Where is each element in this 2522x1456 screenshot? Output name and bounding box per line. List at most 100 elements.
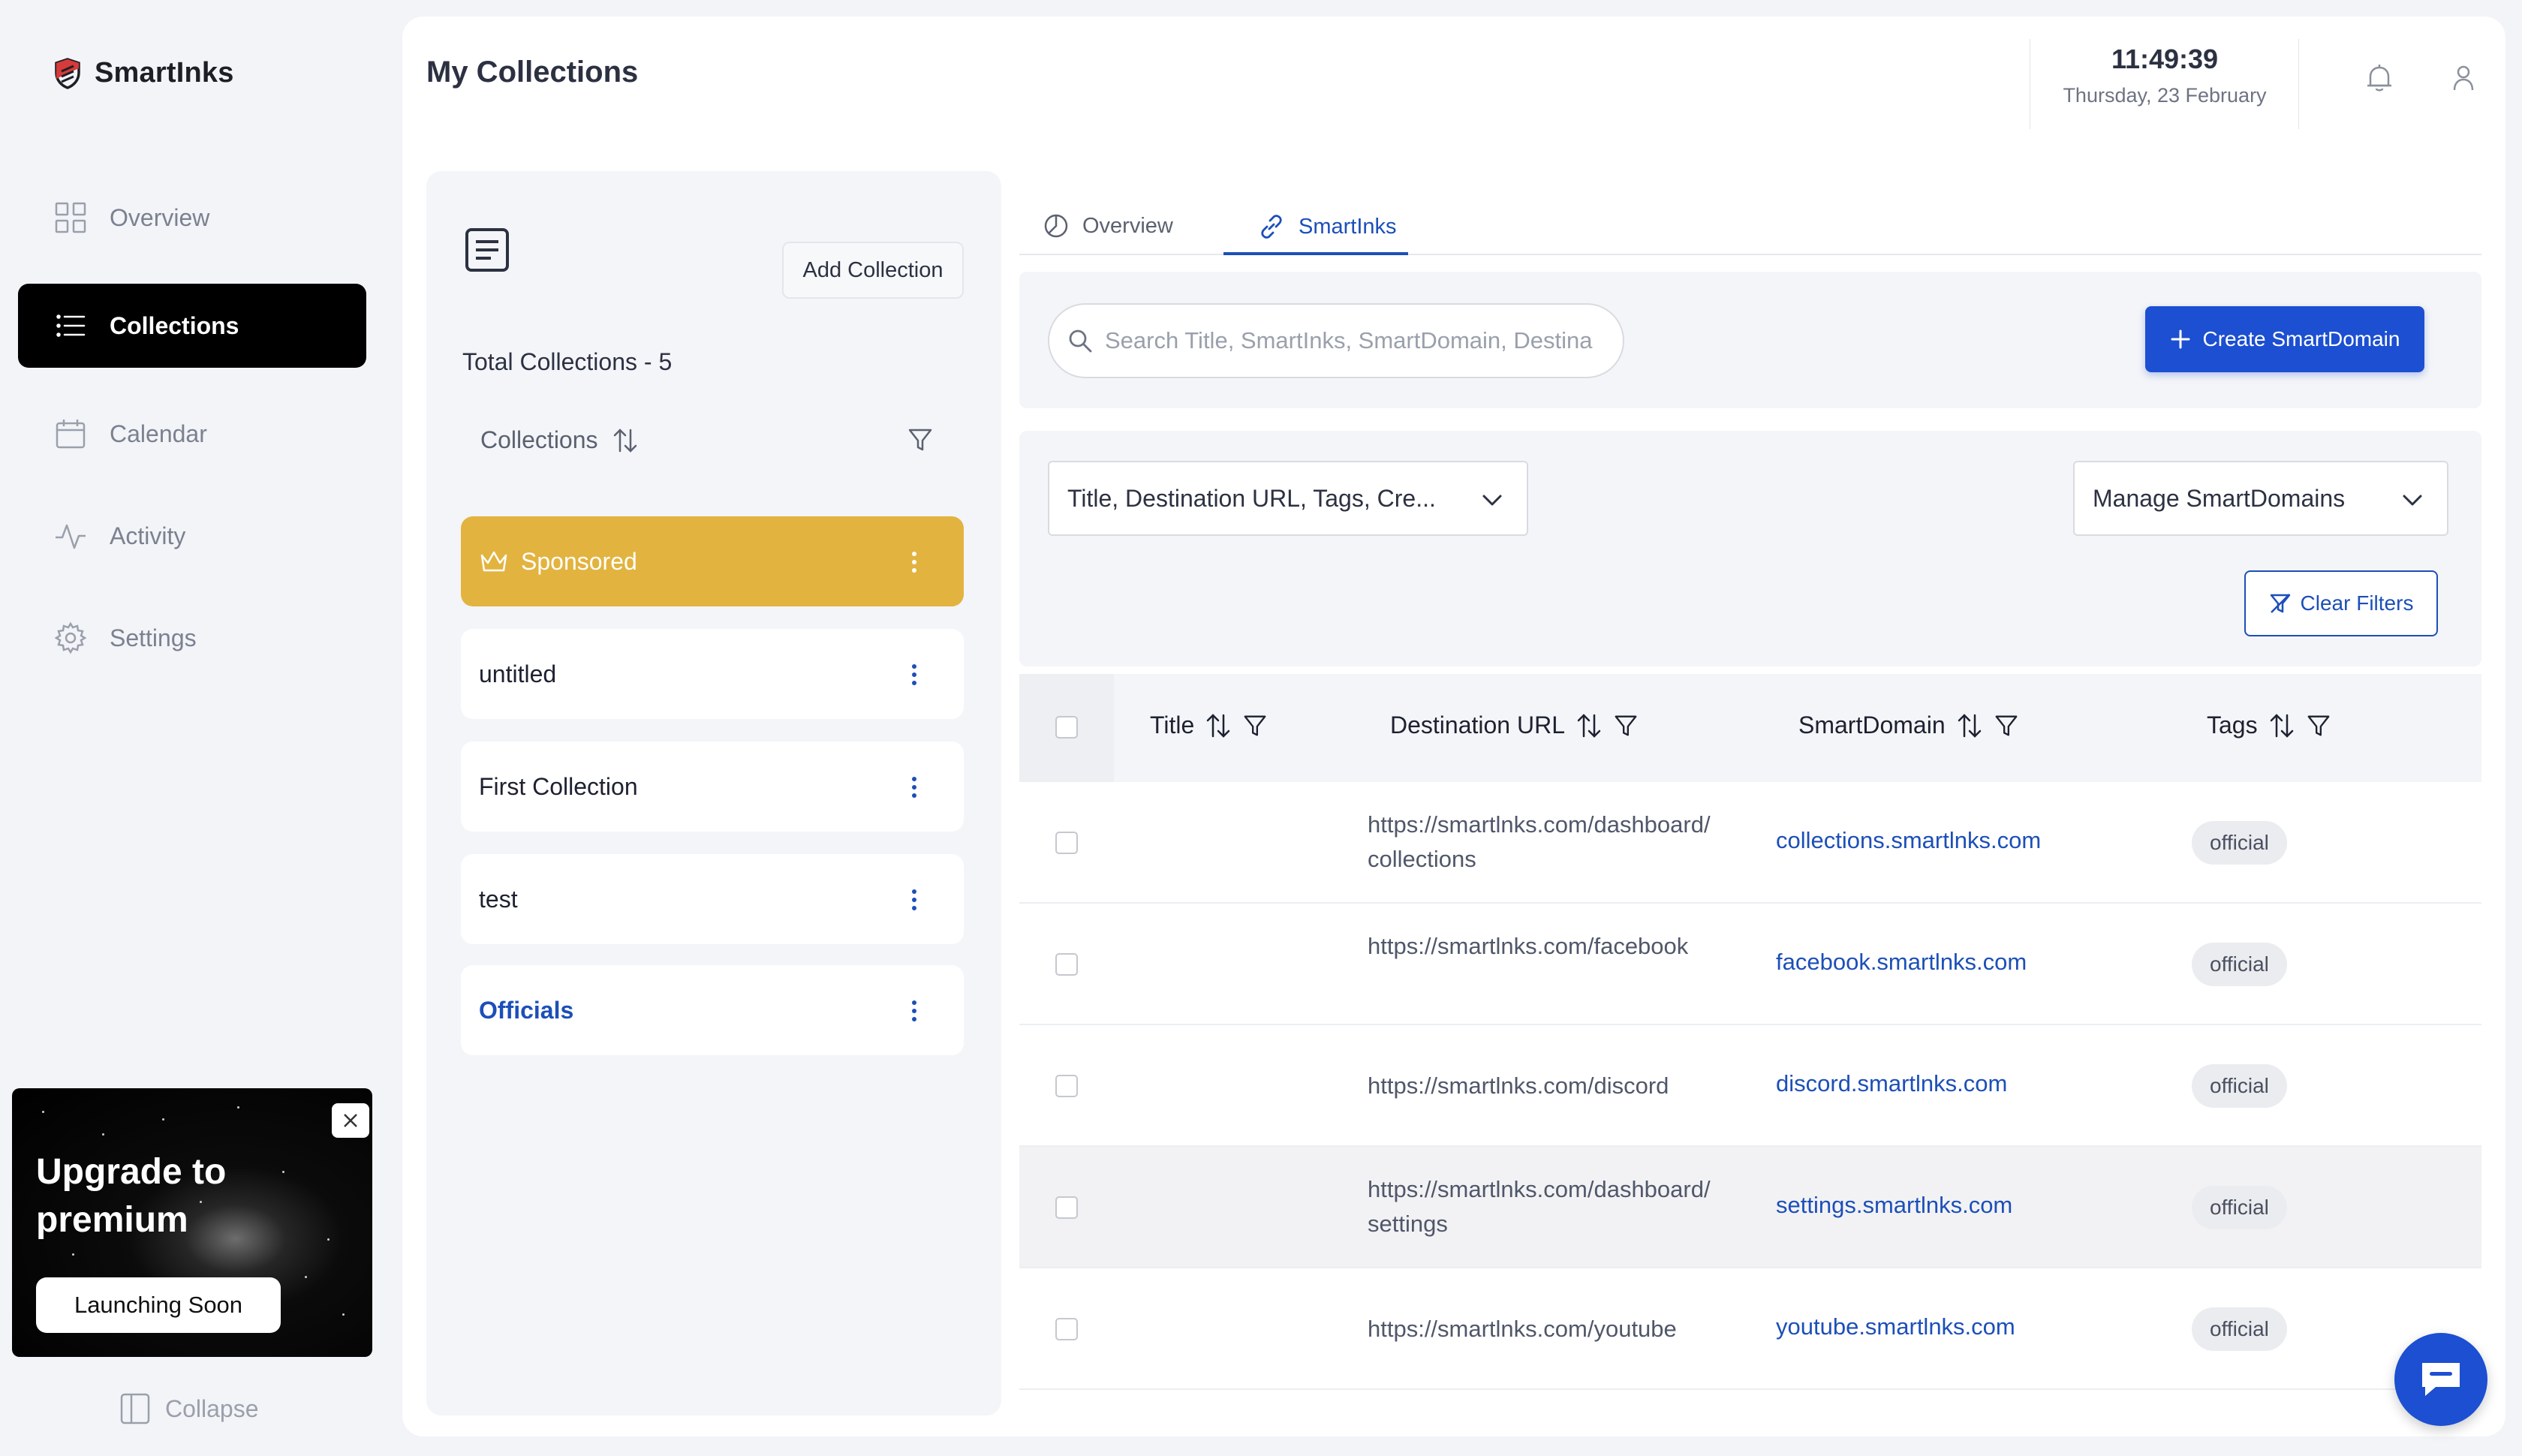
link-icon (1261, 215, 1282, 239)
chat-icon (2422, 1363, 2460, 1396)
table-row[interactable]: https://smartlnks.com/facebook facebook.… (1019, 904, 2481, 1025)
more-options-icon[interactable] (911, 1000, 917, 1022)
clear-filters-button[interactable]: Clear Filters (2244, 570, 2438, 636)
collapse-sidebar-button[interactable]: Collapse (120, 1393, 259, 1424)
sidebar-item-settings[interactable]: Settings (18, 596, 366, 680)
column-smartdomain-label: SmartDomain (1798, 711, 1946, 739)
filter-icon[interactable] (1994, 713, 2019, 739)
manage-smartdomains-select[interactable]: Manage SmartDomains (2073, 461, 2448, 536)
tab-overview[interactable]: Overview (1043, 213, 1173, 239)
add-collection-button[interactable]: Add Collection (782, 242, 964, 299)
chat-support-button[interactable] (2394, 1333, 2487, 1426)
column-destination-label: Destination URL (1390, 711, 1565, 739)
row-checkbox[interactable] (1055, 832, 1078, 854)
launching-soon-button[interactable]: Launching Soon (36, 1277, 281, 1333)
row-checkbox[interactable] (1055, 1318, 1078, 1340)
premium-title: Upgrade to premium (36, 1152, 227, 1240)
gear-icon (54, 621, 87, 654)
collection-label: untitled (479, 660, 557, 687)
collection-item-officials[interactable]: Officials (461, 965, 964, 1055)
smartdomain-link[interactable]: discord.smartlnks.com (1776, 1070, 2007, 1097)
grid-icon (55, 202, 86, 233)
smartdomain-link[interactable]: settings.smartlnks.com (1776, 1192, 2012, 1219)
column-header-tags[interactable]: Tags (2207, 711, 2331, 739)
filter-icon[interactable] (2306, 713, 2331, 739)
collection-label: First Collection (479, 772, 638, 800)
more-options-icon[interactable] (911, 663, 917, 686)
destination-url: https://smartlnks.com/youtube (1368, 1316, 1677, 1342)
table-row[interactable]: https://smartlnks.com/discord discord.sm… (1019, 1025, 2481, 1147)
column-title-label: Title (1150, 711, 1195, 739)
smartdomain-link[interactable]: collections.smartlnks.com (1776, 827, 2041, 854)
app-name: SmartInks (95, 57, 234, 89)
sort-icon[interactable] (1575, 712, 1603, 739)
collection-item-untitled[interactable]: untitled (461, 629, 964, 719)
search-icon (1069, 329, 1092, 353)
main-panel: My Collections 11:49:39 Thursday, 23 Feb… (402, 17, 2505, 1436)
smartdomain-link[interactable]: facebook.smartlnks.com (1776, 949, 2027, 976)
search-box[interactable] (1048, 303, 1624, 378)
smartdomain-link[interactable]: youtube.smartlnks.com (1776, 1313, 2015, 1340)
collections-sort-header[interactable]: Collections (480, 426, 639, 454)
notifications-button[interactable] (2361, 60, 2397, 96)
total-collections: Total Collections - 5 (462, 348, 673, 375)
collection-label: Officials (479, 996, 574, 1024)
table-row[interactable]: https://smartlnks.com/dashboard/collecti… (1019, 782, 2481, 904)
sidebar-item-collections[interactable]: Collections (18, 284, 366, 368)
table-row[interactable]: https://smartlnks.com/youtube youtube.sm… (1019, 1268, 2481, 1390)
table-row[interactable]: https://smartlnks.com/dashboard/settings… (1019, 1147, 2481, 1268)
sidebar-item-calendar[interactable]: Calendar (18, 392, 366, 476)
destination-url: https://smartlnks.com/dashboard/collecti… (1368, 811, 1711, 872)
filter-toolbar: Title, Destination URL, Tags, Cre... Man… (1019, 431, 2481, 666)
select-all-cell (1019, 674, 1114, 782)
select-all-checkbox[interactable] (1055, 716, 1078, 739)
app-logo[interactable]: SmartInks (54, 57, 234, 89)
row-checkbox[interactable] (1055, 1075, 1078, 1097)
clock-time: 11:49:39 (2111, 44, 2219, 74)
sidebar-item-activity[interactable]: Activity (18, 494, 366, 578)
sidebar-item-overview[interactable]: Overview (18, 176, 366, 260)
close-premium-button[interactable] (332, 1103, 369, 1138)
more-options-icon[interactable] (911, 776, 917, 799)
collection-item-sponsored[interactable]: Sponsored (461, 516, 964, 606)
search-input[interactable] (1105, 327, 1615, 354)
column-header-destination-url[interactable]: Destination URL (1390, 711, 1639, 739)
sort-icon[interactable] (2268, 712, 2295, 739)
sort-icon[interactable] (1956, 712, 1983, 739)
user-profile-button[interactable] (2445, 60, 2481, 96)
sidebar-item-label: Settings (110, 624, 197, 651)
create-smartdomain-button[interactable]: Create SmartDomain (2145, 306, 2424, 372)
columns-select-value: Title, Destination URL, Tags, Cre... (1067, 484, 1436, 512)
sidebar-item-label: Overview (110, 203, 210, 231)
collapse-icon (120, 1393, 150, 1424)
filter-icon[interactable] (1242, 713, 1268, 739)
sort-icon[interactable] (1205, 712, 1232, 739)
more-options-icon[interactable] (911, 551, 917, 573)
filter-clear-icon (2270, 594, 2290, 613)
column-header-smartdomain[interactable]: SmartDomain (1798, 711, 2019, 739)
row-checkbox[interactable] (1055, 953, 1078, 976)
tab-smartinks[interactable]: SmartInks (1258, 213, 1397, 240)
search-toolbar: Create SmartDomain (1019, 272, 2481, 408)
sidebar: SmartInks Overview Collections Calendar … (0, 0, 390, 1456)
chevron-down-icon (2403, 495, 2422, 506)
sidebar-item-label: Activity (110, 522, 186, 549)
smartinks-table: Title Destination URL SmartDomain Tags h… (1019, 674, 2481, 1390)
collection-item-test[interactable]: test (461, 854, 964, 944)
shield-logo-icon (55, 57, 80, 89)
row-checkbox[interactable] (1055, 1196, 1078, 1219)
more-options-icon[interactable] (911, 889, 917, 911)
collection-label: Sponsored (521, 547, 637, 575)
collection-item-first-collection[interactable]: First Collection (461, 742, 964, 832)
tab-label: Overview (1082, 213, 1173, 238)
column-header-title[interactable]: Title (1150, 711, 1268, 739)
collections-filter-button[interactable] (907, 426, 934, 453)
destination-url: https://smartlnks.com/dashboard/settings (1368, 1176, 1711, 1237)
manage-select-value: Manage SmartDomains (2093, 484, 2346, 512)
filter-icon[interactable] (1613, 713, 1639, 739)
user-icon (2453, 65, 2474, 91)
upgrade-premium-card: Upgrade to premium Launching Soon (12, 1088, 372, 1357)
columns-select[interactable]: Title, Destination URL, Tags, Cre... (1048, 461, 1528, 536)
plus-icon (2171, 329, 2189, 349)
sidebar-item-label: Calendar (110, 420, 207, 447)
